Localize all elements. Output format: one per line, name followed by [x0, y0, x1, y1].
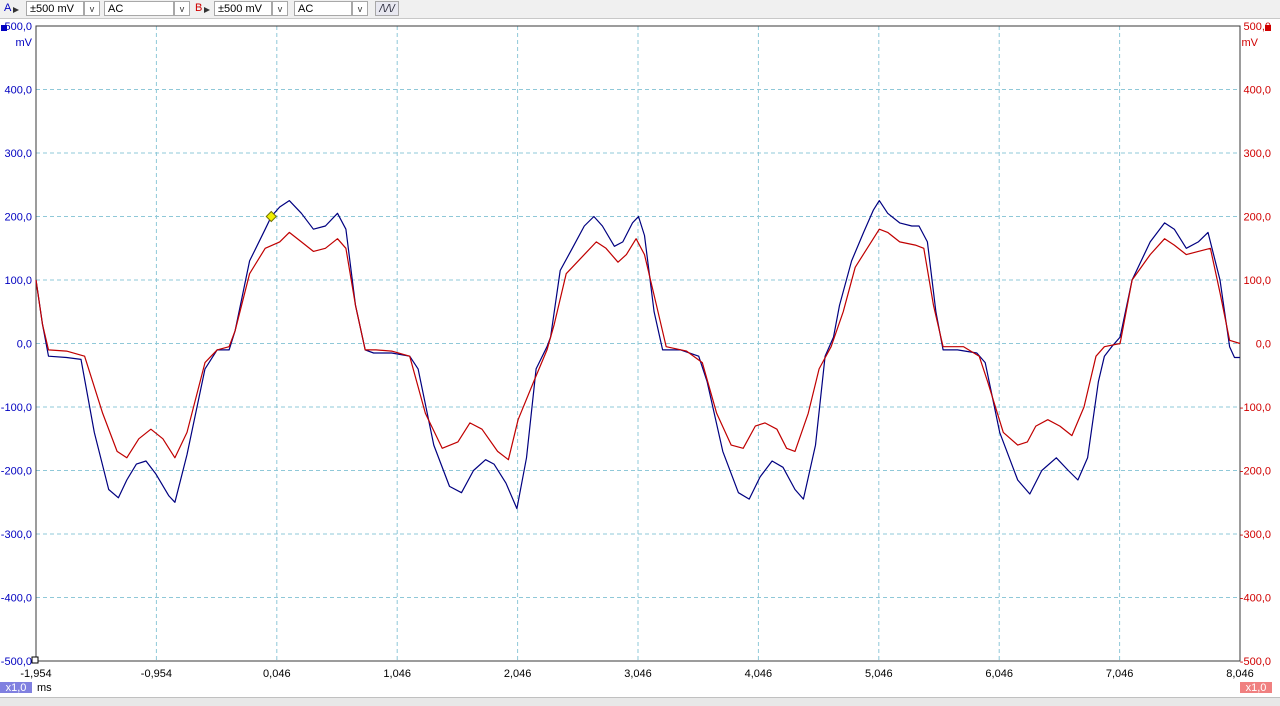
y-tick-label-left: -400,0	[1, 593, 32, 605]
chevron-down-icon: v	[179, 4, 185, 14]
chevron-down-icon: v	[357, 4, 363, 14]
channel-b-range-select[interactable]: ±500 mV	[214, 1, 272, 16]
y-unit-left: mV	[16, 37, 33, 49]
x-axis: -1,954 -0,954 0,046 1,046 2,046 3,046 4,046 5,0…	[0, 656, 1272, 694]
channel-a-coupling-value: AC	[108, 3, 124, 15]
channel-a-button[interactable]: A	[1, 1, 23, 16]
toolbar: A ±500 mV v AC v B ±500 mV v AC v /\/\/	[0, 0, 1280, 19]
channel-b-range-value: ±500 mV	[218, 3, 262, 15]
y-tick-label-left: 0,0	[17, 339, 32, 351]
y-tick-label-right: -100,0	[1240, 402, 1271, 414]
y-tick-label-left: -500,0	[1, 656, 32, 668]
chevron-down-icon: v	[277, 4, 283, 14]
channel-b-coupling-select[interactable]: AC	[294, 1, 352, 16]
x-unit-label: ms	[37, 682, 52, 694]
y-tick-label-right: -200,0	[1240, 466, 1271, 478]
x-tick-label: 8,046	[1226, 668, 1254, 680]
y-tick-label-left: 100,0	[4, 275, 32, 287]
y-tick-label-right: 100,0	[1243, 275, 1271, 287]
y-tick-label-left: 400,0	[4, 85, 32, 97]
x-tick-label: -1,954	[20, 668, 51, 680]
y-unit-right: mV	[1242, 37, 1259, 49]
channel-b-button[interactable]: B	[192, 1, 214, 16]
y-tick-label-right: 300,0	[1243, 148, 1271, 160]
zoom-right-label: x1,0	[1246, 682, 1267, 694]
x-tick-label: 2,046	[504, 668, 532, 680]
y-tick-label-left: -200,0	[1, 466, 32, 478]
y-tick-label-right: -400,0	[1240, 593, 1271, 605]
x-tick-label: 5,046	[865, 668, 893, 680]
scope-plot: 500,0 400,0 300,0 200,0 100,0 0,0 -100,0 -200,0…	[0, 21, 1272, 694]
y-tick-label-right: -300,0	[1240, 529, 1271, 541]
channel-a-letter: A	[4, 2, 12, 14]
channel-b-coupling-value: AC	[298, 3, 314, 15]
y-axis-right: 500,0400,0300,0200,0100,00,0-100,0-200,0…	[1240, 21, 1271, 668]
cursor-arrow-icon	[204, 7, 210, 13]
waveform-icon: /\/\/	[379, 3, 395, 15]
origin-marker	[31, 656, 39, 664]
channel-a-range-select[interactable]: ±500 mV	[26, 1, 84, 16]
y-axis-left: 500,0 400,0 300,0 200,0 100,0 0,0 -100,0 -200,0…	[1, 21, 33, 668]
x-tick-label: 4,046	[745, 668, 773, 680]
x-tick-label: -0,954	[141, 668, 172, 680]
x-tick-label: 7,046	[1106, 668, 1134, 680]
channel-b-letter: B	[195, 2, 203, 14]
channel-a-marker	[1, 25, 7, 31]
channel-a-range-value: ±500 mV	[30, 3, 74, 15]
y-tick-label-right: 200,0	[1243, 212, 1271, 224]
channel-a-coupling-dropdown[interactable]: v	[174, 1, 190, 16]
cursor-arrow-icon	[13, 7, 19, 13]
y-tick-label-right: 0,0	[1256, 339, 1271, 351]
x-tick-label: 0,046	[263, 668, 291, 680]
y-tick-label-left: 300,0	[4, 148, 32, 160]
x-tick-label: 6,046	[985, 668, 1013, 680]
x-tick-label: 3,046	[624, 668, 652, 680]
trigger-mode-button[interactable]: /\/\/	[375, 1, 399, 16]
zoom-left-label: x1,0	[6, 682, 27, 694]
channel-b-coupling-dropdown[interactable]: v	[352, 1, 368, 16]
grid	[35, 25, 1241, 662]
y-tick-label-left: 200,0	[4, 212, 32, 224]
channel-a-coupling-select[interactable]: AC	[104, 1, 174, 16]
channel-a-range-dropdown[interactable]: v	[84, 1, 100, 16]
y-tick-label-right: -500,0	[1240, 656, 1271, 668]
y-tick-label-left: -300,0	[1, 529, 32, 541]
y-tick-label-left: 500,0	[4, 21, 32, 33]
y-tick-label-right: 400,0	[1243, 85, 1271, 97]
x-tick-label: 1,046	[383, 668, 411, 680]
channel-b-range-dropdown[interactable]: v	[272, 1, 288, 16]
channel-b-marker	[1265, 25, 1271, 31]
chevron-down-icon: v	[89, 4, 95, 14]
y-tick-label-left: -100,0	[1, 402, 32, 414]
